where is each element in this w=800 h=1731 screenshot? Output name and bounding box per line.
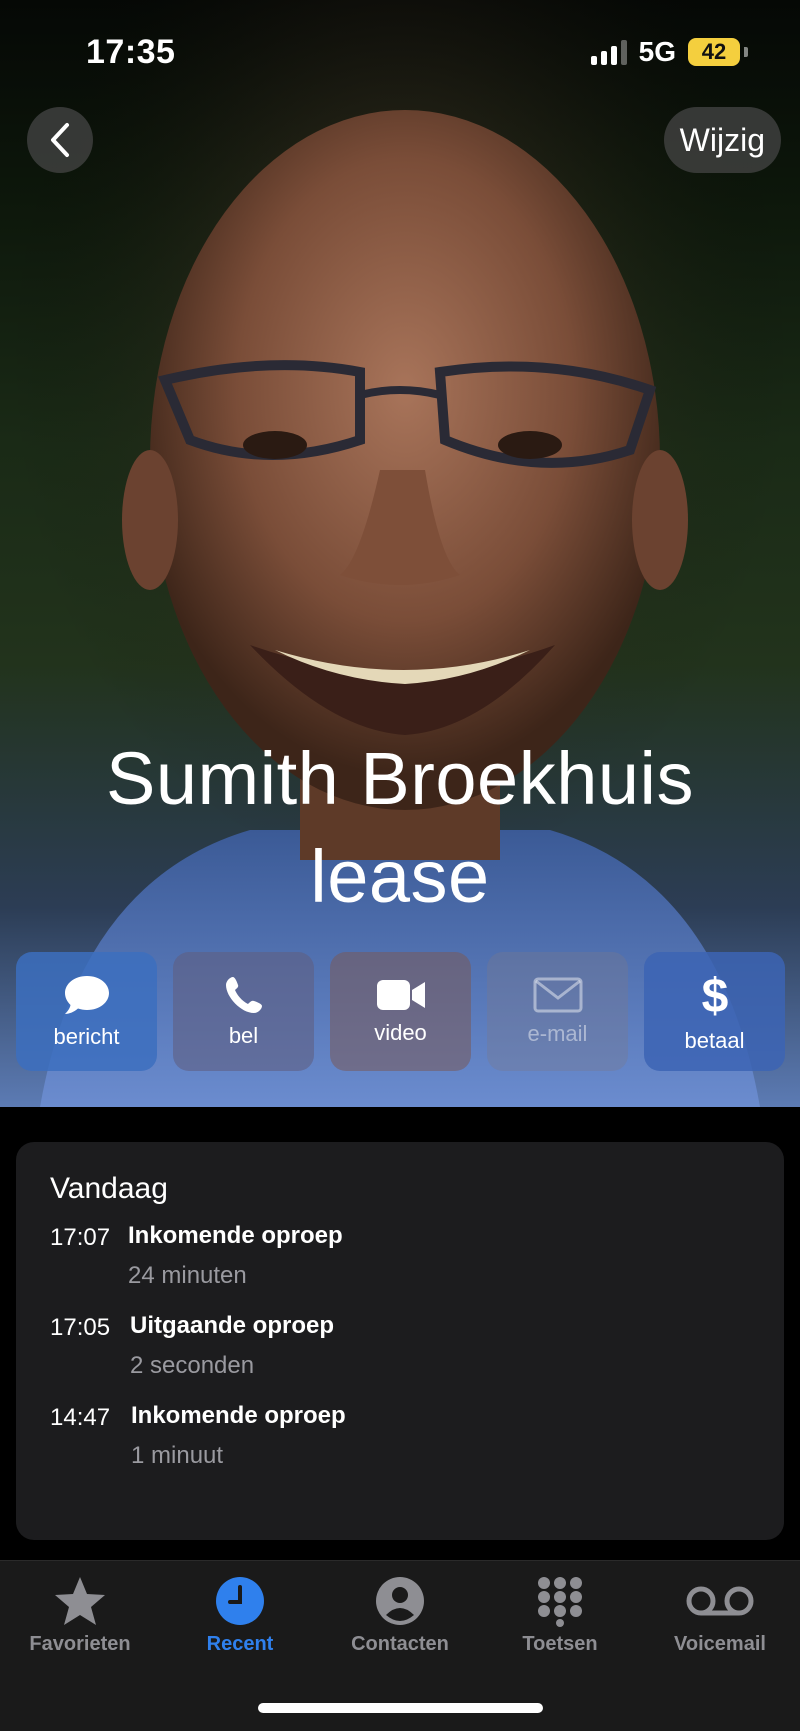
star-icon [55,1577,105,1625]
tab-favorites[interactable]: Favorieten [5,1575,155,1656]
dollar-icon: $ [701,970,728,1020]
status-indicators: 5G 42 [590,36,748,68]
pay-button[interactable]: $ betaal [644,952,785,1071]
call-type: Inkomende oproep [128,1222,343,1249]
tab-keypad[interactable]: Toetsen [485,1575,635,1656]
tab-recent[interactable]: Recent [165,1575,315,1656]
email-button[interactable]: e-mail [487,952,628,1071]
tab-contacts[interactable]: Contacten [325,1575,475,1656]
tab-keypad-label: Toetsen [522,1633,598,1655]
call-duration: 24 minuten [128,1262,247,1289]
tab-voicemail-label: Voicemail [674,1633,766,1655]
tab-recent-label: Recent [206,1633,274,1655]
call-time: 17:05 [50,1314,111,1341]
call-entry: 17:05 Uitgaande oproep 2 seconden [50,1312,750,1380]
call-type: Inkomende oproep [131,1402,346,1429]
call-duration: 2 seconden [130,1352,255,1379]
call-history-card: Vandaag 17:07 Inkomende oproep 24 minute… [16,1142,784,1540]
clock-icon [216,1577,264,1625]
tab-favorites-label: Favorieten [29,1633,131,1655]
network-type: 5G [638,36,676,67]
video-label: video [374,1019,427,1045]
edit-button[interactable]: Wijzig [663,107,781,173]
message-icon [64,975,109,1014]
phone-icon [225,976,262,1013]
battery-icon: 42 [688,38,740,66]
tab-contacts-label: Contacten [351,1633,449,1655]
contact-actions: bericht bel video e-mail $ betaal [16,952,785,1071]
cellular-signal-icon [590,39,627,65]
call-duration: 1 minuut [131,1442,224,1469]
contact-name: Sumith Broekhuis lease [0,730,800,926]
contact-name-line1: Sumith Broekhuis [106,737,694,820]
call-type: Uitgaande oproep [130,1312,335,1339]
call-entry: 14:47 Inkomende oproep 1 minuut [50,1402,750,1470]
call-label: bel [228,1022,259,1048]
video-button[interactable]: video [330,952,471,1071]
svg-text:$: $ [701,970,728,1020]
battery-cap [744,47,748,57]
call-button[interactable]: bel [173,952,314,1071]
contact-name-line2: lease [310,835,490,918]
call-time: 14:47 [50,1404,111,1431]
video-icon [376,979,425,1010]
chevron-left-icon [51,123,69,157]
home-indicator[interactable] [258,1703,543,1713]
status-time: 17:35 [86,33,176,71]
tab-voicemail[interactable]: Voicemail [645,1575,795,1656]
keypad-icon [538,1577,582,1627]
email-label: e-mail [527,1020,588,1046]
person-icon [376,1577,424,1625]
battery-level: 42 [701,39,727,64]
voicemail-icon [686,1586,754,1616]
call-entry: 17:07 Inkomende oproep 24 minuten [50,1222,750,1290]
pay-label: betaal [684,1027,745,1053]
mail-icon [533,977,582,1012]
message-button[interactable]: bericht [16,952,157,1071]
message-label: bericht [53,1023,120,1049]
call-time: 17:07 [50,1224,111,1251]
call-history-title: Vandaag [50,1172,168,1205]
back-button[interactable] [27,107,93,173]
